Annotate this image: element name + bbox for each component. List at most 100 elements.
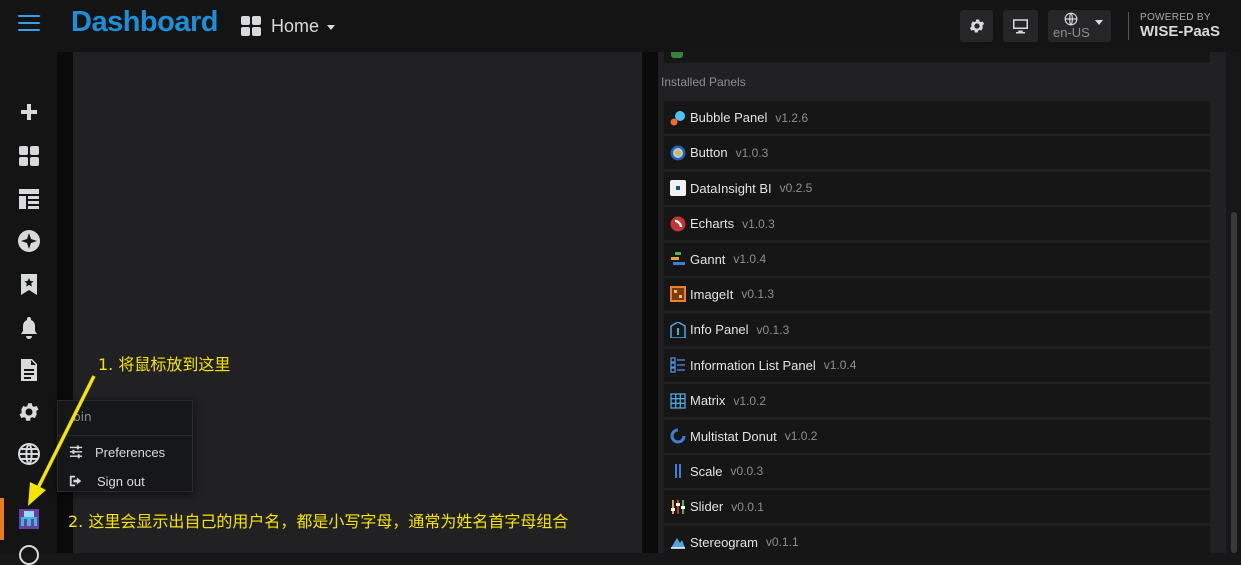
help-icon[interactable] — [19, 545, 39, 565]
list-item[interactable]: Multistat Donut v1.0.2 — [664, 419, 1210, 453]
list-item[interactable]: DataInsight BI v0.2.5 — [664, 171, 1210, 205]
donut-icon — [670, 428, 686, 444]
list-item[interactable]: Stereogram v0.1.1 — [664, 525, 1210, 559]
plugin-name: Multistat Donut — [690, 428, 777, 444]
list-item[interactable]: Button v1.0.3 — [664, 136, 1210, 170]
hamburger-menu-icon[interactable] — [18, 15, 40, 35]
plugin-version: v0.2.5 — [779, 181, 813, 196]
plugin-version: v1.0.2 — [784, 429, 818, 444]
layout-icon[interactable] — [17, 187, 41, 211]
list-item[interactable]: Matrix v1.0.2 — [664, 384, 1210, 418]
plus-icon[interactable] — [17, 100, 41, 124]
plugin-version: v1.0.3 — [742, 216, 775, 231]
home-dashboard-picker[interactable]: Home — [241, 12, 336, 40]
powered-by-logo: POWERED BY WISE-PaaS — [1140, 12, 1221, 40]
sidebar — [0, 0, 57, 565]
user-menu-popup: bin Preferences Sign out — [57, 400, 193, 492]
scale-icon — [670, 463, 686, 479]
scrollbar-thumb[interactable] — [1231, 212, 1237, 553]
plugin-name: Echarts — [690, 216, 735, 232]
plugin-name: Slider — [690, 499, 724, 515]
sign-out-icon — [69, 475, 82, 487]
view-mode-button[interactable] — [1003, 10, 1038, 42]
plugin-version: v1.0.2 — [733, 393, 767, 408]
preferences-label: Preferences — [95, 444, 166, 460]
echarts-icon — [670, 216, 686, 232]
annotation-step-1: 1. 将鼠标放到这里 — [98, 355, 231, 374]
chevron-down-icon — [1095, 20, 1103, 25]
imageit-icon — [670, 286, 686, 303]
list-item[interactable]: Echarts v1.0.3 — [664, 207, 1210, 241]
user-avatar-icon[interactable] — [17, 507, 41, 531]
list-item[interactable]: ImageIt v0.1.3 — [664, 277, 1210, 311]
panel-gutter — [642, 52, 658, 553]
gantt-icon — [670, 251, 686, 267]
plugin-name: ImageIt — [690, 286, 734, 302]
language-label: en-US — [1053, 25, 1090, 40]
info-panel-icon — [670, 321, 686, 338]
globe-icon — [1064, 12, 1078, 26]
annotation-step-2: 2. 这里会显示出自己的用户名，都是小写字母，通常为姓名首字母组合 — [68, 512, 569, 531]
datainsight-icon — [670, 180, 686, 197]
info-list-icon — [670, 357, 686, 373]
plugin-name: Gannt — [690, 251, 726, 267]
plugin-version: v0.1.1 — [765, 535, 799, 550]
powered-by-text: POWERED BY — [1140, 12, 1211, 23]
username-label: bin — [73, 410, 92, 424]
slider-icon — [670, 499, 686, 515]
gear-icon — [969, 19, 985, 33]
list-item-partial[interactable] — [664, 52, 1210, 63]
plugin-version: v1.0.3 — [735, 145, 769, 160]
document-icon[interactable] — [17, 358, 41, 382]
monitor-icon — [1013, 19, 1028, 34]
sliders-icon — [69, 445, 83, 459]
bookmark-star-icon[interactable] — [17, 272, 41, 296]
plugin-name: Button — [690, 145, 728, 161]
plugin-name: Info Panel — [690, 322, 749, 338]
list-item[interactable]: Scale v0.0.3 — [664, 454, 1210, 488]
matrix-icon — [670, 392, 686, 409]
sign-out-label: Sign out — [97, 473, 145, 489]
plugin-icon — [671, 52, 683, 58]
stereogram-icon — [670, 534, 686, 550]
plugin-version: v0.1.3 — [741, 287, 775, 302]
bubble-icon — [670, 110, 686, 126]
plugin-name: Scale — [690, 463, 723, 479]
plugin-name: Matrix — [690, 393, 726, 409]
list-item[interactable]: Bubble Panel v1.2.6 — [664, 101, 1210, 134]
installed-panels-list: Bubble Panel v1.2.6 Button v1.0.3 DataIn… — [664, 101, 1210, 561]
top-navbar: Dashboard Home en-US POWERED BY WISE-Paa… — [57, 0, 1241, 52]
plugin-name: Information List Panel — [690, 357, 816, 373]
preferences-menu-item[interactable]: Preferences — [69, 442, 165, 462]
plugin-version: v0.0.3 — [730, 464, 764, 479]
bell-icon[interactable] — [17, 315, 41, 339]
sign-out-menu-item[interactable]: Sign out — [69, 471, 145, 491]
language-picker[interactable]: en-US — [1048, 10, 1111, 42]
plugin-name: Stereogram — [690, 534, 758, 550]
dashboard-brand-title[interactable]: Dashboard — [71, 6, 218, 39]
plugin-name: Bubble Panel — [690, 110, 768, 125]
topbar-divider — [1128, 12, 1129, 40]
menu-divider — [58, 435, 192, 436]
chevron-down-icon — [327, 25, 336, 30]
dashboards-grid-icon[interactable] — [17, 144, 41, 168]
button-icon — [670, 145, 686, 161]
list-item[interactable]: Slider v0.0.1 — [664, 490, 1210, 524]
compass-icon[interactable] — [17, 229, 41, 253]
wise-paas-logo-text: WISE-PaaS — [1140, 23, 1221, 40]
dashboard-grid-icon — [241, 16, 261, 36]
plugin-version: v0.0.1 — [731, 499, 764, 514]
gear-icon[interactable] — [17, 400, 41, 424]
plugin-version: v0.1.3 — [756, 322, 790, 337]
list-item[interactable]: Gannt v1.0.4 — [664, 242, 1210, 276]
plugin-version: v1.2.6 — [775, 110, 809, 125]
plugin-name: DataInsight BI — [690, 180, 772, 196]
installed-panels-heading: Installed Panels — [661, 75, 746, 89]
list-item[interactable]: Information List Panel v1.0.4 — [664, 348, 1210, 382]
list-item[interactable]: Info Panel v0.1.3 — [664, 313, 1210, 347]
active-indicator — [0, 498, 4, 540]
dashboard-settings-button[interactable] — [960, 10, 993, 42]
globe-icon[interactable] — [17, 442, 41, 466]
plugin-version: v1.0.4 — [733, 252, 767, 267]
home-label: Home — [271, 15, 320, 36]
